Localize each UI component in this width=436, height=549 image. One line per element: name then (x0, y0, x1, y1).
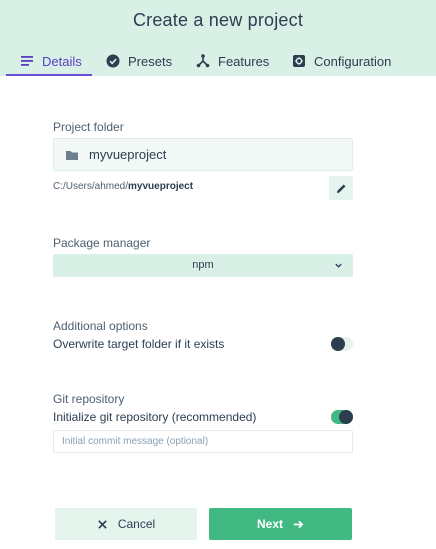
branch-icon (196, 54, 210, 68)
active-tab-indicator (6, 74, 92, 76)
tab-features[interactable]: Features (196, 46, 269, 76)
additional-options-label: Additional options (53, 319, 148, 333)
toggle-knob (331, 337, 345, 351)
close-icon (97, 519, 108, 530)
tab-presets-label: Presets (128, 53, 173, 69)
overwrite-toggle[interactable] (331, 337, 353, 351)
project-path-prefix: C:/Users/ahmed/ (53, 181, 129, 192)
header-bar: Create a new project Details Presets Fea… (0, 0, 436, 76)
next-button-label: Next (256, 517, 283, 531)
commit-message-input[interactable] (53, 430, 353, 453)
package-manager-label: Package manager (53, 236, 151, 250)
tab-configuration-label: Configuration (314, 53, 392, 69)
tab-details-label: Details (42, 53, 82, 69)
chevron-down-icon (334, 261, 343, 270)
package-manager-value: npm (192, 259, 214, 271)
folder-icon (65, 148, 79, 162)
git-init-toggle[interactable] (331, 410, 353, 424)
cancel-button-label: Cancel (117, 517, 156, 531)
project-path: C:/Users/ahmed/myvueproject (53, 181, 193, 192)
tab-configuration[interactable]: Configuration (292, 46, 391, 76)
settings-icon (292, 54, 306, 68)
project-folder-label: Project folder (53, 120, 124, 134)
overwrite-option-label: Overwrite target folder if it exists (53, 337, 225, 351)
project-path-name: myvueproject (128, 181, 194, 192)
git-repository-label: Git repository (53, 392, 125, 406)
check-circle-icon (106, 54, 120, 68)
git-init-option-label: Initialize git repository (recommended) (53, 410, 257, 424)
tab-presets[interactable]: Presets (106, 46, 172, 76)
cancel-button[interactable]: Cancel (55, 508, 197, 540)
page-title: Create a new project (132, 10, 304, 30)
pencil-icon (336, 183, 347, 194)
project-folder-value: myvueproject (89, 147, 167, 162)
package-manager-select[interactable]: npm (53, 254, 353, 277)
edit-path-button[interactable] (329, 176, 353, 200)
next-button[interactable]: Next (209, 508, 352, 540)
arrow-right-icon (293, 519, 304, 530)
toggle-knob (339, 410, 353, 424)
tab-bar: Details Presets Features Configuration (0, 46, 436, 76)
tab-details[interactable]: Details (20, 46, 82, 76)
project-folder-field[interactable]: myvueproject (53, 138, 353, 171)
list-icon (20, 54, 34, 68)
tab-features-label: Features (218, 53, 270, 69)
